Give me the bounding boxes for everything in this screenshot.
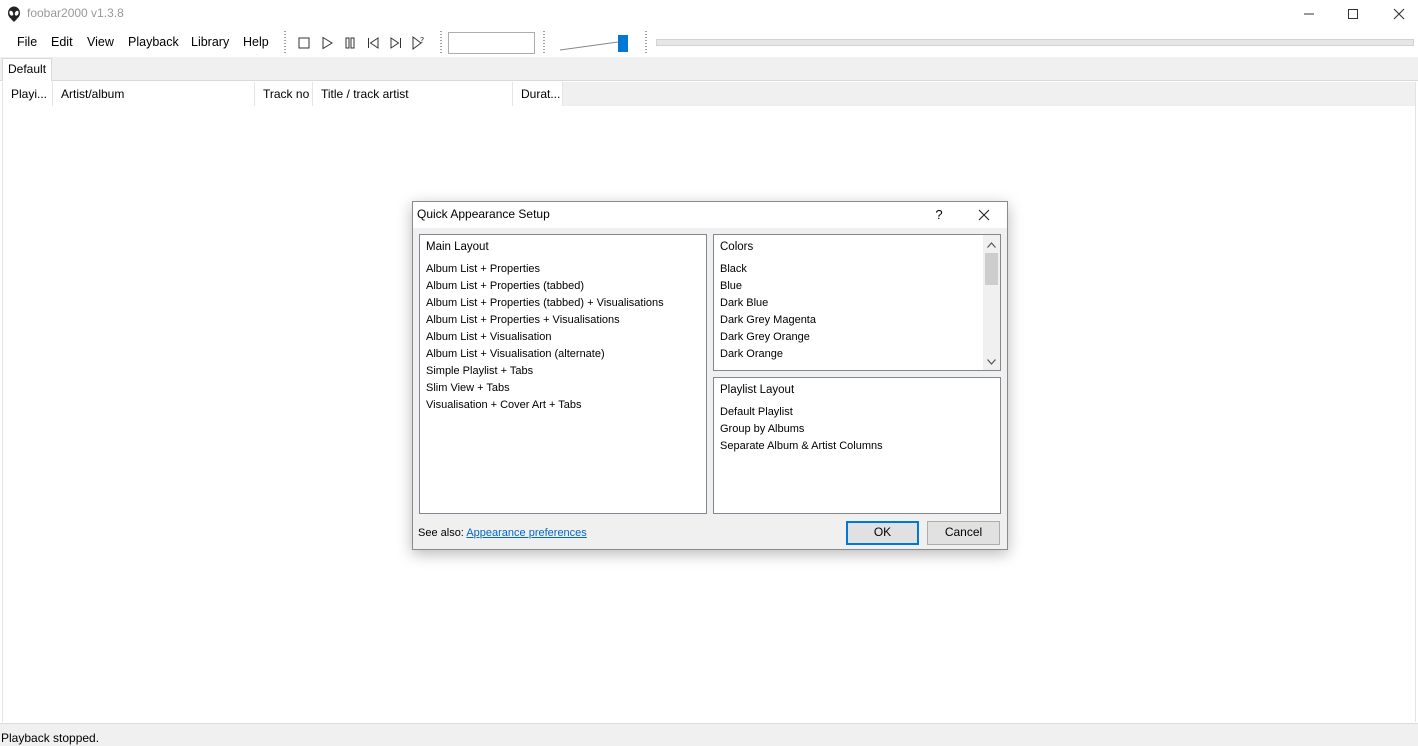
- menu-edit[interactable]: Edit: [51, 35, 73, 49]
- menu-help[interactable]: Help: [243, 35, 269, 49]
- list-item[interactable]: Dark Grey Magenta: [720, 313, 816, 330]
- status-bar: Playback stopped.: [0, 723, 1418, 746]
- menu-view[interactable]: View: [87, 35, 114, 49]
- list-item[interactable]: Album List + Properties (tabbed) + Visua…: [426, 296, 664, 313]
- previous-button[interactable]: [364, 34, 382, 52]
- pause-icon: [345, 37, 355, 49]
- chevron-up-icon[interactable]: [986, 239, 997, 250]
- dialog-close-button[interactable]: [973, 204, 995, 226]
- see-also: See also: Appearance preferences: [418, 527, 587, 539]
- close-icon: [1393, 8, 1405, 20]
- list-item[interactable]: Album List + Visualisation (alternate): [426, 347, 664, 364]
- see-also-label: See also:: [418, 527, 464, 539]
- main-layout-list[interactable]: Main Layout Album List + Properties Albu…: [419, 234, 707, 514]
- random-icon: ?: [412, 36, 424, 50]
- stop-button[interactable]: [295, 34, 313, 52]
- list-item[interactable]: Album List + Properties + Visualisations: [426, 313, 664, 330]
- help-button[interactable]: ?: [928, 204, 950, 226]
- playlist-layout-list[interactable]: Playlist Layout Default Playlist Group b…: [713, 377, 1001, 514]
- playlist-layout-heading: Playlist Layout: [720, 384, 795, 396]
- dialog-title-bar: Quick Appearance Setup ?: [413, 202, 1007, 228]
- previous-icon: [368, 37, 379, 49]
- column-duration[interactable]: Durat...: [513, 82, 563, 106]
- tab-default[interactable]: Default: [2, 58, 53, 81]
- toolbar-grip[interactable]: [543, 31, 545, 55]
- play-icon: [322, 36, 333, 50]
- play-button[interactable]: [318, 34, 336, 52]
- toolbar-grip[interactable]: [440, 31, 442, 55]
- appearance-preferences-link[interactable]: Appearance preferences: [466, 527, 586, 539]
- list-item[interactable]: Album List + Properties (tabbed): [426, 279, 664, 296]
- menu-toolbar-row: File Edit View Playback Library Help ?: [0, 28, 1418, 57]
- list-item[interactable]: Simple Playlist + Tabs: [426, 364, 664, 381]
- maximize-button[interactable]: [1330, 0, 1376, 28]
- list-item[interactable]: Separate Album & Artist Columns: [720, 439, 883, 456]
- playlist-tabs: Default: [0, 57, 1418, 81]
- menu-library[interactable]: Library: [191, 35, 229, 49]
- random-button[interactable]: ?: [410, 34, 428, 52]
- list-item[interactable]: Slim View + Tabs: [426, 381, 664, 398]
- close-button[interactable]: [1376, 0, 1418, 28]
- minimize-icon: [1304, 13, 1314, 15]
- next-button[interactable]: [387, 34, 405, 52]
- list-item[interactable]: Black: [720, 262, 816, 279]
- scrollbar-thumb[interactable]: [985, 253, 998, 285]
- toolbar-grip[interactable]: [645, 31, 647, 55]
- column-playing[interactable]: Playi...: [3, 82, 53, 106]
- colors-scrollbar[interactable]: [983, 235, 1000, 370]
- menu-file[interactable]: File: [17, 35, 37, 49]
- column-artist-album[interactable]: Artist/album: [53, 82, 255, 106]
- pause-button[interactable]: [341, 34, 359, 52]
- main-layout-heading: Main Layout: [426, 241, 489, 253]
- maximize-icon: [1348, 9, 1358, 19]
- column-title-track-artist[interactable]: Title / track artist: [313, 82, 513, 106]
- window-title: foobar2000 v1.3.8: [27, 6, 124, 20]
- list-item[interactable]: Album List + Visualisation: [426, 330, 664, 347]
- status-text: Playback stopped.: [1, 731, 100, 745]
- toolbar-grip[interactable]: [284, 31, 286, 55]
- column-track-no[interactable]: Track no: [255, 82, 313, 106]
- list-item[interactable]: Dark Blue: [720, 296, 816, 313]
- column-header-row: Playi... Artist/album Track no Title / t…: [3, 82, 1415, 106]
- dialog-title: Quick Appearance Setup: [417, 207, 550, 221]
- cancel-button[interactable]: Cancel: [927, 521, 1000, 545]
- list-item[interactable]: Dark Orange: [720, 347, 816, 364]
- list-item[interactable]: Album List + Properties: [426, 262, 664, 279]
- playback-order-box[interactable]: [448, 32, 535, 54]
- stop-icon: [298, 37, 310, 49]
- alien-icon: [6, 6, 22, 22]
- list-item[interactable]: Group by Albums: [720, 422, 883, 439]
- list-item[interactable]: Default Playlist: [720, 405, 883, 422]
- title-bar: foobar2000 v1.3.8: [0, 0, 1418, 28]
- quick-appearance-dialog: Quick Appearance Setup ? Main Layout Alb…: [412, 201, 1008, 550]
- list-item[interactable]: Visualisation + Cover Art + Tabs: [426, 398, 664, 415]
- ok-button[interactable]: OK: [846, 521, 919, 545]
- next-icon: [390, 37, 401, 49]
- list-item[interactable]: Dark Grey Orange: [720, 330, 816, 347]
- colors-list[interactable]: Colors Black Blue Dark Blue Dark Grey Ma…: [713, 234, 1001, 371]
- minimize-button[interactable]: [1286, 0, 1332, 28]
- colors-heading: Colors: [720, 241, 754, 253]
- list-item[interactable]: Blue: [720, 279, 816, 296]
- seek-bar[interactable]: [656, 39, 1414, 46]
- chevron-down-icon[interactable]: [986, 356, 997, 367]
- menu-playback[interactable]: Playback: [128, 35, 179, 49]
- volume-slider[interactable]: [558, 34, 632, 54]
- close-icon: [978, 209, 990, 221]
- svg-text:?: ?: [420, 36, 424, 45]
